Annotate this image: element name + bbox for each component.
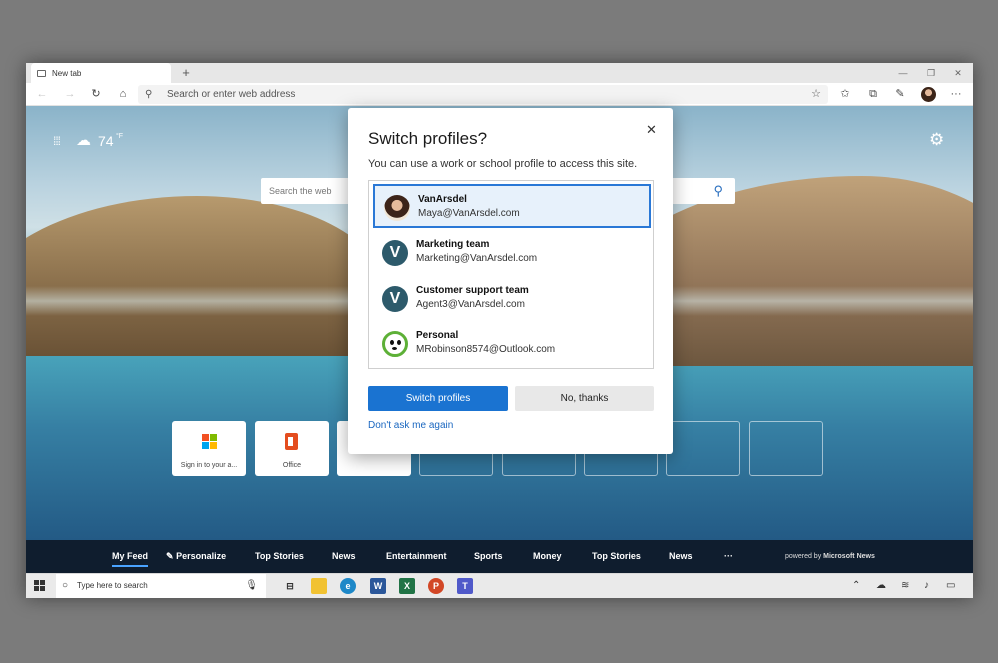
new-tab-button[interactable]: + — [178, 65, 194, 81]
excel-icon[interactable]: X — [399, 578, 415, 594]
profile-name: VanArsdel — [418, 194, 467, 205]
dont-ask-again-link[interactable]: Don't ask me again — [368, 420, 453, 431]
vanarsdel-logo-icon: V — [382, 286, 408, 312]
quick-link-tile-empty[interactable] — [749, 421, 823, 476]
news-tab-news[interactable]: News — [332, 540, 356, 573]
refresh-icon[interactable]: ↻ — [86, 85, 106, 104]
news-tab-top-stories-2[interactable]: Top Stories — [592, 540, 641, 573]
word-icon[interactable]: W — [370, 578, 386, 594]
news-tab-sports[interactable]: Sports — [474, 540, 503, 573]
windows-taskbar: ○ Type here to search 🎙 ⊟ e W X P T ⌃ ☁ … — [26, 573, 973, 598]
app-launcher-icon[interactable]: ⁞⁞⁞ — [53, 134, 61, 148]
taskbar-search-box[interactable]: ○ Type here to search 🎙 — [56, 574, 266, 598]
tab-page-icon — [37, 69, 46, 77]
close-window-button[interactable]: ✕ — [943, 63, 973, 83]
windows-start-icon[interactable] — [34, 580, 45, 591]
minimize-button[interactable]: — — [888, 63, 918, 83]
pencil-icon: ✎ — [166, 551, 174, 561]
favorite-star-icon[interactable]: ☆ — [811, 85, 821, 104]
tile-label: Office — [282, 462, 302, 469]
profile-email: Agent3@VanArsdel.com — [416, 299, 525, 310]
tab-title: New tab — [52, 68, 82, 78]
powered-by-label: powered by Microsoft News — [785, 540, 875, 573]
edge-icon[interactable]: e — [340, 578, 356, 594]
powered-by-brand: Microsoft News — [823, 553, 875, 560]
web-search-placeholder: Search the web — [269, 186, 332, 196]
restore-button[interactable]: ❐ — [916, 63, 946, 83]
news-tab-entertainment[interactable]: Entertainment — [386, 540, 447, 573]
quick-link-tile-microsoft[interactable]: Sign in to your a... — [172, 421, 246, 476]
quick-link-tile-empty[interactable] — [666, 421, 740, 476]
quick-link-tile-office[interactable]: Office — [255, 421, 329, 476]
panda-avatar-icon — [382, 331, 408, 357]
profile-name: Customer support team — [416, 285, 529, 296]
vanarsdel-logo-icon: V — [382, 240, 408, 266]
more-menu-icon[interactable]: ··· — [946, 85, 966, 104]
tab-new-tab[interactable]: New tab — [31, 63, 171, 83]
microphone-icon[interactable]: 🎙 — [245, 574, 258, 598]
task-view-icon[interactable]: ⊟ — [282, 578, 298, 594]
search-icon: ⚲ — [145, 89, 153, 100]
microsoft-logo-icon — [202, 434, 217, 449]
browser-toolbar: ← → ↻ ⌂ ⚲ Search or enter web address ☆ … — [26, 83, 973, 106]
weather-temperature[interactable]: 74 — [98, 133, 114, 149]
news-tab-my-feed[interactable]: My Feed — [112, 540, 149, 573]
profile-email: MRobinson8574@Outlook.com — [416, 344, 556, 355]
profile-item-customer-support-team[interactable]: V Customer support team Agent3@VanArsdel… — [373, 277, 651, 321]
notification-icon[interactable]: ▭ — [946, 574, 955, 598]
onedrive-icon[interactable]: ☁ — [876, 574, 886, 598]
news-personalize-label: Personalize — [176, 551, 227, 561]
home-icon[interactable]: ⌂ — [113, 85, 133, 104]
profile-item-vanarsdel[interactable]: VanArsdel Maya@VanArsdel.com — [373, 184, 651, 228]
tile-label: Sign in to your a... — [180, 462, 238, 469]
profile-name: Marketing team — [416, 239, 490, 250]
news-personalize[interactable]: ✎ Personalize — [166, 540, 226, 573]
profile-avatar-icon[interactable] — [921, 87, 936, 102]
switch-profiles-button[interactable]: Switch profiles — [368, 386, 508, 411]
profile-item-personal[interactable]: Personal MRobinson8574@Outlook.com — [373, 322, 651, 366]
favorites-icon[interactable]: ✩ — [835, 85, 855, 104]
profile-email: Maya@VanArsdel.com — [418, 208, 520, 219]
background-hill-left — [26, 196, 386, 356]
weather-unit: °F — [116, 133, 124, 140]
powered-by-prefix: powered by — [785, 553, 824, 560]
taskbar-search-placeholder: Type here to search — [77, 581, 148, 590]
dialog-subtitle: You can use a work or school profile to … — [368, 158, 638, 170]
news-more-icon[interactable]: ··· — [724, 540, 733, 573]
profile-name: Personal — [416, 330, 459, 341]
file-explorer-icon[interactable] — [311, 578, 327, 594]
back-icon[interactable]: ← — [32, 85, 52, 104]
no-thanks-button[interactable]: No, thanks — [515, 386, 654, 411]
forward-icon[interactable]: → — [60, 85, 80, 104]
news-tab-top-stories[interactable]: Top Stories — [255, 540, 304, 573]
wifi-icon[interactable]: ≋ — [901, 574, 909, 598]
news-tab-money[interactable]: Money — [533, 540, 562, 573]
dialog-title: Switch profiles? — [368, 129, 488, 148]
address-bar[interactable]: ⚲ Search or enter web address ☆ — [138, 85, 828, 104]
address-placeholder: Search or enter web address — [167, 89, 296, 100]
close-icon[interactable]: ✕ — [646, 122, 657, 138]
search-icon: ○ — [62, 580, 69, 591]
profile-email: Marketing@VanArsdel.com — [416, 253, 538, 264]
title-bar: New tab + — ❐ ✕ — [26, 63, 973, 83]
chevron-up-icon[interactable]: ⌃ — [852, 574, 860, 598]
news-tab-news-2[interactable]: News — [669, 540, 693, 573]
switch-profiles-dialog: Switch profiles? ✕ You can use a work or… — [348, 108, 673, 454]
volume-icon[interactable]: ♪ — [924, 574, 929, 598]
search-icon[interactable]: ⚲ — [713, 178, 723, 204]
profile-item-marketing-team[interactable]: V Marketing team Marketing@VanArsdel.com — [373, 231, 651, 275]
profile-avatar — [384, 195, 410, 221]
collections-icon[interactable]: ⧉ — [863, 85, 883, 104]
profile-list: VanArsdel Maya@VanArsdel.com V Marketing… — [368, 180, 654, 369]
office-logo-icon — [285, 433, 298, 450]
teams-icon[interactable]: T — [457, 578, 473, 594]
news-navigation-bar: My Feed ✎ Personalize Top Stories News E… — [26, 540, 973, 573]
powerpoint-icon[interactable]: P — [428, 578, 444, 594]
gear-icon[interactable]: ⚙ — [929, 130, 944, 150]
feedback-icon[interactable]: ✎ — [890, 85, 910, 104]
cloud-icon: ☁ — [76, 132, 91, 149]
